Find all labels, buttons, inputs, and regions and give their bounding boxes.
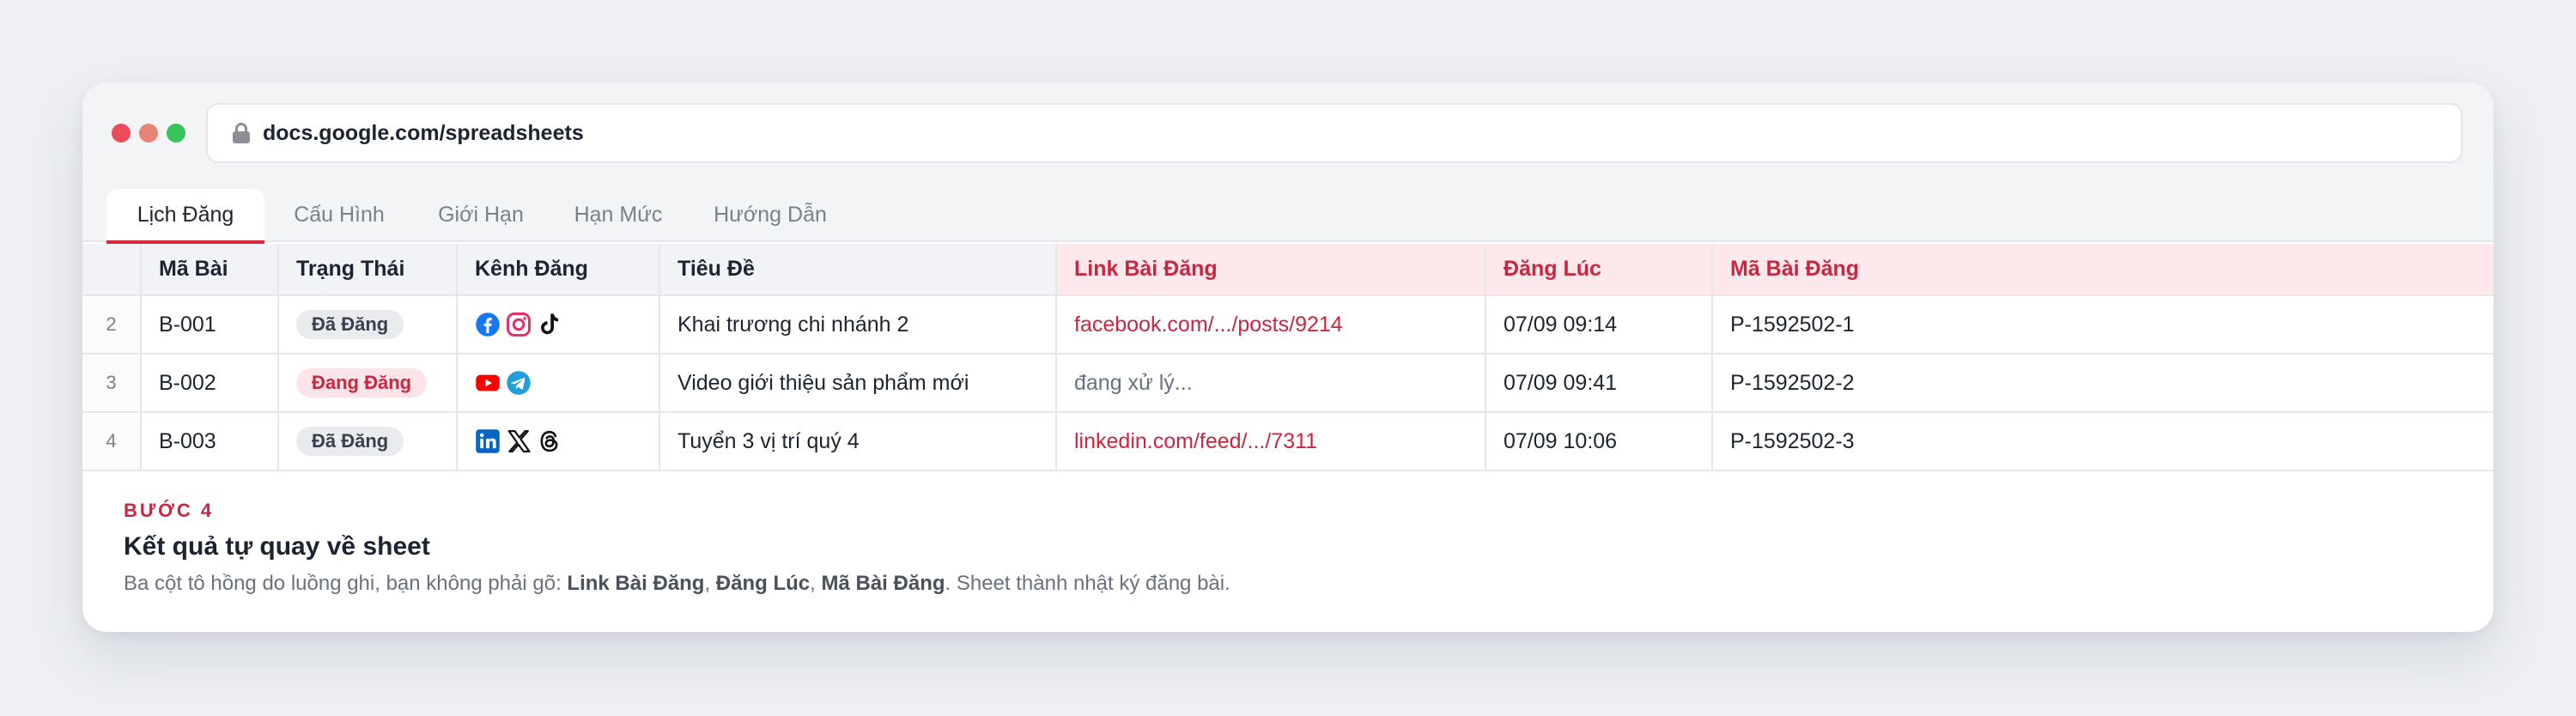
youtube-icon <box>476 374 500 391</box>
link-cell[interactable]: đang xử lý... <box>1056 354 1486 413</box>
tab-cau-hinh[interactable]: Cấu Hình <box>264 189 414 244</box>
desc-separator: , <box>704 572 716 595</box>
header-posted-at[interactable]: Đăng Lúc <box>1485 244 1713 296</box>
instagram-icon <box>507 312 531 337</box>
title-cell[interactable]: Video giới thiệu sản phẩm mới <box>659 354 1057 413</box>
address-bar[interactable]: docs.google.com/spreadsheets <box>206 103 2463 163</box>
status-cell[interactable]: Đang Đăng <box>278 354 458 413</box>
step-label: BƯỚC 4 <box>124 500 215 521</box>
posted-at-cell[interactable]: 07/09 10:06 <box>1485 412 1713 471</box>
code-cell[interactable]: B-003 <box>141 412 279 471</box>
header-status[interactable]: Trạng Thái <box>278 244 458 296</box>
browser-window: docs.google.com/spreadsheets Lịch Đăng C… <box>82 82 2494 632</box>
tab-huong-dan[interactable]: Hướng Dẫn <box>689 189 852 244</box>
row-number: 4 <box>82 412 142 471</box>
corner-cell <box>82 244 142 296</box>
title-bar: docs.google.com/spreadsheets <box>82 82 2494 184</box>
header-title[interactable]: Tiêu Đề <box>659 244 1057 296</box>
lock-icon <box>232 123 251 143</box>
posted-at-cell[interactable]: 07/09 09:41 <box>1485 354 1713 413</box>
step-caption: BƯỚC 4 Kết quả tự quay về sheet Ba cột t… <box>124 500 1230 596</box>
post-id-cell[interactable]: P-1592502-1 <box>1712 295 2494 355</box>
link-cell[interactable]: facebook.com/.../posts/9214 <box>1056 295 1486 355</box>
data-table: Mã Bài Trạng Thái Kênh Đăng Tiêu Đề Link… <box>82 244 2494 471</box>
step-title: Kết quả tự quay về sheet <box>124 532 430 561</box>
status-badge: Đã Đăng <box>296 427 404 456</box>
status-badge: Đã Đăng <box>296 310 404 339</box>
header-row: Mã Bài Trạng Thái Kênh Đăng Tiêu Đề Link… <box>82 244 2494 296</box>
desc-col-posted-at: Đăng Lúc <box>715 572 811 595</box>
desc-suffix: . Sheet thành nhật ký đăng bài. <box>945 572 1230 595</box>
table-row: 3 B-002 Đang Đăng Video giới thiệu sản p… <box>82 354 2494 413</box>
header-code[interactable]: Mã Bài <box>141 244 279 296</box>
channel-cell[interactable] <box>457 412 660 471</box>
row-number: 2 <box>82 295 142 355</box>
header-post-id[interactable]: Mã Bài Đăng <box>1712 244 2494 296</box>
table-row: 4 B-003 Đã Đăng Tuyển 3 vị trí quý 4 lin… <box>82 412 2494 471</box>
row-number: 3 <box>82 354 142 413</box>
desc-separator: , <box>810 572 822 595</box>
link-cell[interactable]: linkedin.com/feed/.../7311 <box>1056 412 1486 471</box>
step-description: Ba cột tô hồng do luồng ghi, bạn không p… <box>124 572 1230 596</box>
status-badge: Đang Đăng <box>296 368 428 397</box>
close-window-button[interactable] <box>112 124 131 143</box>
tab-han-muc[interactable]: Hạn Mức <box>548 189 689 244</box>
tab-lich-dang[interactable]: Lịch Đăng <box>106 189 264 244</box>
header-link[interactable]: Link Bài Đăng <box>1056 244 1486 296</box>
channel-cell[interactable] <box>457 295 660 355</box>
url-text: docs.google.com/spreadsheets <box>263 120 584 145</box>
tab-gioi-han[interactable]: Giới Hạn <box>414 189 548 244</box>
linkedin-icon <box>476 429 500 453</box>
code-cell[interactable]: B-001 <box>141 295 279 355</box>
status-cell[interactable]: Đã Đăng <box>278 412 458 471</box>
telegram-icon <box>507 371 531 395</box>
table-row: 2 B-001 Đã Đăng Khai trương chi nhánh 2 … <box>82 295 2494 355</box>
status-cell[interactable]: Đã Đăng <box>278 295 458 355</box>
post-id-cell[interactable]: P-1592502-2 <box>1712 354 2494 413</box>
title-cell[interactable]: Khai trương chi nhánh 2 <box>659 295 1057 355</box>
desc-prefix: Ba cột tô hồng do luồng ghi, bạn không p… <box>124 572 568 595</box>
code-cell[interactable]: B-002 <box>141 354 279 413</box>
title-cell[interactable]: Tuyển 3 vị trí quý 4 <box>659 412 1057 471</box>
posted-at-cell[interactable]: 07/09 09:14 <box>1485 295 1713 355</box>
minimize-window-button[interactable] <box>139 124 158 143</box>
post-id-cell[interactable]: P-1592502-3 <box>1712 412 2494 471</box>
desc-col-post-id: Mã Bài Đăng <box>821 572 945 595</box>
desc-col-link: Link Bài Đăng <box>567 572 705 595</box>
facebook-icon <box>476 312 500 337</box>
header-channel[interactable]: Kênh Đăng <box>457 244 660 296</box>
x-icon <box>507 430 531 452</box>
channel-cell[interactable] <box>457 354 660 413</box>
threads-icon <box>540 430 558 452</box>
sheet-tabs: Lịch Đăng Cấu Hình Giới Hạn Hạn Mức Hướn… <box>82 184 2494 244</box>
maximize-window-button[interactable] <box>167 124 185 143</box>
tiktok-icon <box>541 313 558 335</box>
